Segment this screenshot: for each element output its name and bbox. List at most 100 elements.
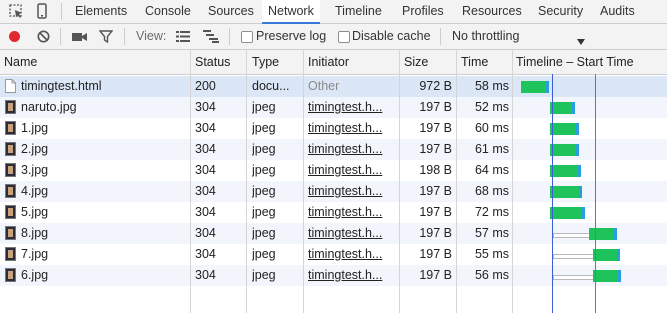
throttling-select[interactable]: No throttling <box>449 24 597 49</box>
tab-audits[interactable]: Audits <box>600 0 635 23</box>
throttling-value: No throttling <box>452 29 520 43</box>
request-status: 304 <box>195 247 216 261</box>
column-header-time[interactable]: Time <box>461 50 488 74</box>
request-time: 56 ms <box>474 268 509 282</box>
capture-screenshots-icon[interactable] <box>71 31 88 43</box>
request-initiator[interactable]: timingtest.h... <box>308 223 396 244</box>
request-type: jpeg <box>252 100 276 114</box>
column-header-size[interactable]: Size <box>404 50 428 74</box>
preserve-log-label[interactable]: Preserve log <box>256 24 326 49</box>
request-name: 4.jpg <box>21 184 49 198</box>
table-row[interactable]: 3.jpg 304 jpeg timingtest.h... 198 B 64 … <box>0 160 667 181</box>
column-header-type[interactable]: Type <box>252 50 279 74</box>
timing-receive-bar <box>593 249 618 261</box>
request-name: timingtest.html <box>21 79 102 93</box>
large-rows-icon[interactable] <box>176 31 190 42</box>
image-file-icon <box>5 184 16 198</box>
timing-waterfall <box>514 76 667 97</box>
timing-content-bar <box>575 123 579 135</box>
device-mode-icon[interactable] <box>36 0 48 23</box>
timing-content-bar <box>571 102 575 114</box>
timing-content-bar <box>617 270 621 282</box>
request-type: jpeg <box>252 163 276 177</box>
timing-content-bar <box>613 228 617 240</box>
request-size: 197 B <box>419 226 452 240</box>
request-type: jpeg <box>252 142 276 156</box>
table-row[interactable]: 4.jpg 304 jpeg timingtest.h... 197 B 68 … <box>0 181 667 202</box>
request-name: 8.jpg <box>21 226 49 240</box>
tab-network[interactable]: Network <box>262 0 320 24</box>
request-name: 2.jpg <box>21 142 49 156</box>
timing-waterfall <box>514 223 667 244</box>
image-file-icon <box>5 142 16 156</box>
request-time: 60 ms <box>474 121 509 135</box>
request-name: 6.jpg <box>21 268 49 282</box>
request-type: docu... <box>252 79 290 93</box>
timing-waterfall <box>514 118 667 139</box>
request-initiator[interactable]: timingtest.h... <box>308 181 396 202</box>
request-size: 197 B <box>419 205 452 219</box>
table-row[interactable]: 2.jpg 304 jpeg timingtest.h... 197 B 61 … <box>0 139 667 160</box>
inspect-element-icon[interactable] <box>8 0 24 23</box>
timing-receive-bar <box>550 144 577 156</box>
preserve-log-checkbox[interactable] <box>241 31 253 43</box>
request-status: 304 <box>195 226 216 240</box>
table-row[interactable]: 5.jpg 304 jpeg timingtest.h... 197 B 72 … <box>0 202 667 223</box>
disable-cache-label[interactable]: Disable cache <box>352 24 431 49</box>
table-row[interactable]: 1.jpg 304 jpeg timingtest.h... 197 B 60 … <box>0 118 667 139</box>
timing-content-bar <box>577 165 581 177</box>
image-file-icon <box>5 268 16 282</box>
request-initiator[interactable]: timingtest.h... <box>308 139 396 160</box>
timing-waterfall <box>514 202 667 223</box>
tab-console[interactable]: Console <box>145 0 191 23</box>
clear-icon[interactable] <box>37 30 50 43</box>
table-row[interactable]: 7.jpg 304 jpeg timingtest.h... 197 B 55 … <box>0 244 667 265</box>
request-initiator[interactable]: timingtest.h... <box>308 97 396 118</box>
view-label: View: <box>136 29 167 43</box>
request-initiator[interactable]: timingtest.h... <box>308 118 396 139</box>
request-status: 304 <box>195 268 216 282</box>
request-name: 5.jpg <box>21 205 49 219</box>
record-icon[interactable] <box>8 30 21 43</box>
request-initiator[interactable]: timingtest.h... <box>308 202 396 223</box>
tab-elements[interactable]: Elements <box>75 0 127 23</box>
image-file-icon <box>5 226 16 240</box>
tab-timeline[interactable]: Timeline <box>335 0 382 23</box>
timing-waterfall <box>514 160 667 181</box>
disable-cache-checkbox[interactable] <box>338 31 350 43</box>
request-size: 197 B <box>419 100 452 114</box>
tab-sources[interactable]: Sources <box>208 0 254 23</box>
timing-wait-bar <box>553 275 596 280</box>
table-row[interactable]: naruto.jpg 304 jpeg timingtest.h... 197 … <box>0 97 667 118</box>
column-header-name[interactable]: Name <box>4 50 37 74</box>
tab-resources[interactable]: Resources <box>462 0 522 23</box>
timing-content-bar <box>579 186 583 198</box>
tab-profiles[interactable]: Profiles <box>402 0 444 23</box>
request-initiator[interactable]: timingtest.h... <box>308 244 396 265</box>
table-row[interactable]: 8.jpg 304 jpeg timingtest.h... 197 B 57 … <box>0 223 667 244</box>
column-header-timeline[interactable]: Timeline – Start Time <box>516 50 634 74</box>
request-initiator[interactable]: timingtest.h... <box>308 265 396 286</box>
tab-security[interactable]: Security <box>538 0 583 23</box>
request-time: 61 ms <box>474 142 509 156</box>
table-row[interactable]: 6.jpg 304 jpeg timingtest.h... 197 B 56 … <box>0 265 667 286</box>
timing-content-bar <box>545 81 549 93</box>
timing-content-bar <box>617 249 621 261</box>
request-time: 64 ms <box>474 163 509 177</box>
request-status: 304 <box>195 121 216 135</box>
column-header-initiator[interactable]: Initiator <box>308 50 349 74</box>
request-size: 198 B <box>419 163 452 177</box>
column-divider <box>246 50 247 313</box>
overview-icon[interactable] <box>203 30 219 43</box>
request-size: 197 B <box>419 121 452 135</box>
request-name: 3.jpg <box>21 163 49 177</box>
request-name: naruto.jpg <box>21 100 77 114</box>
table-row[interactable]: timingtest.html 200 docu... Other 972 B … <box>0 76 667 97</box>
request-initiator[interactable]: timingtest.h... <box>308 160 396 181</box>
html-file-icon <box>5 79 16 93</box>
column-header-status[interactable]: Status <box>195 50 230 74</box>
toolbar-divider <box>60 28 61 45</box>
timing-receive-bar <box>589 228 614 240</box>
filter-icon[interactable] <box>98 30 114 44</box>
request-type: jpeg <box>252 226 276 240</box>
